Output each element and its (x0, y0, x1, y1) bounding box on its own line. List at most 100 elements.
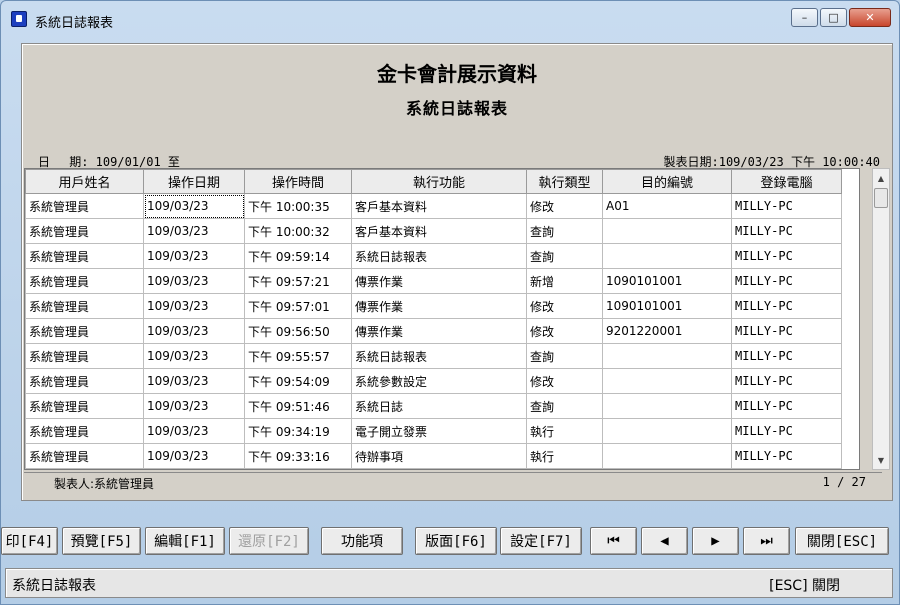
cell-time[interactable]: 下午 09:33:16 (244, 443, 352, 469)
cell-target[interactable] (602, 243, 732, 269)
cell-function[interactable]: 系統參數設定 (351, 368, 527, 394)
cell-date[interactable]: 109/03/23 (143, 393, 245, 419)
scroll-thumb[interactable] (874, 188, 888, 208)
cell-user[interactable]: 系統管理員 (25, 293, 144, 319)
cell-computer[interactable]: MILLY-PC (731, 193, 842, 219)
cell-date[interactable]: 109/03/23 (143, 418, 245, 444)
cell-computer[interactable] (731, 468, 842, 469)
cell-computer[interactable]: MILLY-PC (731, 218, 842, 244)
functions-button[interactable]: 功能項 (321, 527, 403, 555)
previous-page-icon[interactable]: ◀ (641, 527, 688, 555)
scroll-down-icon[interactable]: ▼ (873, 451, 889, 469)
last-page-icon[interactable]: ⏭ (743, 527, 790, 555)
cell-type[interactable]: 查詢 (526, 218, 603, 244)
cell-target[interactable]: 1090101001 (602, 268, 732, 294)
cell-date[interactable]: 109/03/23 (143, 343, 245, 369)
minimize-button[interactable]: – (791, 8, 818, 27)
table-row[interactable]: 系統管理員 109/03/23 下午 10:00:35 客戶基本資料 修改 A01 MILL… (25, 193, 842, 219)
cell-function[interactable]: 傳票作業 (351, 268, 527, 294)
cell-function[interactable]: 電子開立發票 (351, 418, 527, 444)
cell-type[interactable]: 執行 (526, 418, 603, 444)
cell-user[interactable]: 系統管理員 (25, 193, 144, 219)
table-row[interactable]: 系統管理員 109/03/23 下午 09:57:01 傳票作業 修改 109010100… (25, 293, 842, 319)
cell-date[interactable]: 109/03/23 (143, 243, 245, 269)
cell-type[interactable]: 修改 (526, 368, 603, 394)
cell-type[interactable]: 修改 (526, 193, 603, 219)
cell-function[interactable]: 系統日誌 (351, 393, 527, 419)
cell-time[interactable] (244, 468, 352, 469)
cell-date[interactable]: 109/03/23 (143, 443, 245, 469)
cell-type[interactable] (526, 468, 603, 469)
cell-user[interactable]: 系統管理員 (25, 393, 144, 419)
cell-date[interactable]: 109/03/23 (143, 318, 245, 344)
table-row[interactable]: 系統管理員 109/03/23 下午 09:56:50 傳票作業 修改 920122000… (25, 318, 842, 344)
cell-type[interactable]: 查詢 (526, 393, 603, 419)
cell-target[interactable]: A01 (602, 193, 732, 219)
cell-computer[interactable]: MILLY-PC (731, 268, 842, 294)
cell-date[interactable]: 109/03/23 (143, 368, 245, 394)
cell-time[interactable]: 下午 10:00:35 (244, 193, 352, 219)
cell-computer[interactable]: MILLY-PC (731, 243, 842, 269)
title-bar[interactable]: 系統日誌報表 – □ ✕ (1, 1, 899, 39)
cell-target[interactable]: 1090101001 (602, 293, 732, 319)
close-button[interactable]: 關閉[ESC] (795, 527, 889, 555)
cell-date[interactable]: 109/03/23 (143, 293, 245, 319)
cell-function[interactable]: 傳票作業 (351, 318, 527, 344)
cell-type[interactable]: 查詢 (526, 243, 603, 269)
log-table[interactable]: 用戶姓名 操作日期 操作時間 執行功能 執行類型 目的編號 登錄電腦 系統管理員… (24, 168, 860, 470)
cell-type[interactable]: 修改 (526, 293, 603, 319)
table-row[interactable]: 系統管理員 109/03/23 下午 09:57:21 傳票作業 新增 109010100… (25, 268, 842, 294)
table-row[interactable]: 系統管理員 109/03/23 下午 09:55:57 系統日誌報表 查詢 MILLY-P… (25, 343, 842, 369)
cell-date[interactable] (143, 468, 245, 469)
restore-button[interactable]: 還原[F2] (229, 527, 309, 555)
first-page-icon[interactable]: ⏮ (590, 527, 637, 555)
cell-time[interactable]: 下午 09:57:01 (244, 293, 352, 319)
column-header-time[interactable]: 操作時間 (244, 169, 352, 194)
cell-target[interactable] (602, 393, 732, 419)
cell-user[interactable] (25, 468, 144, 469)
cell-time[interactable]: 下午 09:56:50 (244, 318, 352, 344)
table-row[interactable] (25, 468, 842, 469)
cell-time[interactable]: 下午 10:00:32 (244, 218, 352, 244)
column-header-function[interactable]: 執行功能 (351, 169, 527, 194)
cell-target[interactable] (602, 368, 732, 394)
layout-button[interactable]: 版面[F6] (415, 527, 497, 555)
cell-type[interactable]: 執行 (526, 443, 603, 469)
cell-user[interactable]: 系統管理員 (25, 443, 144, 469)
cell-time[interactable]: 下午 09:55:57 (244, 343, 352, 369)
cell-computer[interactable]: MILLY-PC (731, 418, 842, 444)
cell-date[interactable]: 109/03/23 (143, 268, 245, 294)
cell-user[interactable]: 系統管理員 (25, 218, 144, 244)
maximize-button[interactable]: □ (820, 8, 847, 27)
cell-user[interactable]: 系統管理員 (25, 418, 144, 444)
cell-type[interactable]: 新增 (526, 268, 603, 294)
cell-target[interactable]: 9201220001 (602, 318, 732, 344)
cell-time[interactable]: 下午 09:59:14 (244, 243, 352, 269)
print-button[interactable]: 印[F4] (1, 527, 58, 555)
cell-function[interactable]: 傳票作業 (351, 293, 527, 319)
cell-user[interactable]: 系統管理員 (25, 343, 144, 369)
preview-button[interactable]: 預覽[F5] (62, 527, 141, 555)
cell-user[interactable]: 系統管理員 (25, 268, 144, 294)
cell-function[interactable]: 客戶基本資料 (351, 193, 527, 219)
cell-time[interactable]: 下午 09:34:19 (244, 418, 352, 444)
cell-computer[interactable]: MILLY-PC (731, 443, 842, 469)
cell-date[interactable]: 109/03/23 (143, 193, 245, 219)
table-row[interactable]: 系統管理員 109/03/23 下午 09:54:09 系統參數設定 修改 MILLY-P… (25, 368, 842, 394)
cell-computer[interactable]: MILLY-PC (731, 293, 842, 319)
vertical-scrollbar[interactable]: ▲ ▼ (872, 168, 890, 470)
cell-user[interactable]: 系統管理員 (25, 368, 144, 394)
cell-type[interactable]: 查詢 (526, 343, 603, 369)
cell-target[interactable] (602, 218, 732, 244)
table-row[interactable]: 系統管理員 109/03/23 下午 09:59:14 系統日誌報表 查詢 MILLY-P… (25, 243, 842, 269)
cell-target[interactable] (602, 343, 732, 369)
cell-date[interactable]: 109/03/23 (143, 218, 245, 244)
cell-type[interactable]: 修改 (526, 318, 603, 344)
cell-computer[interactable]: MILLY-PC (731, 343, 842, 369)
cell-function[interactable]: 客戶基本資料 (351, 218, 527, 244)
scroll-up-icon[interactable]: ▲ (873, 169, 889, 187)
edit-button[interactable]: 編輯[F1] (145, 527, 225, 555)
cell-time[interactable]: 下午 09:57:21 (244, 268, 352, 294)
table-row[interactable]: 系統管理員 109/03/23 下午 09:33:16 待辦事項 執行 MILLY-PC (25, 443, 842, 469)
cell-function[interactable]: 系統日誌報表 (351, 243, 527, 269)
